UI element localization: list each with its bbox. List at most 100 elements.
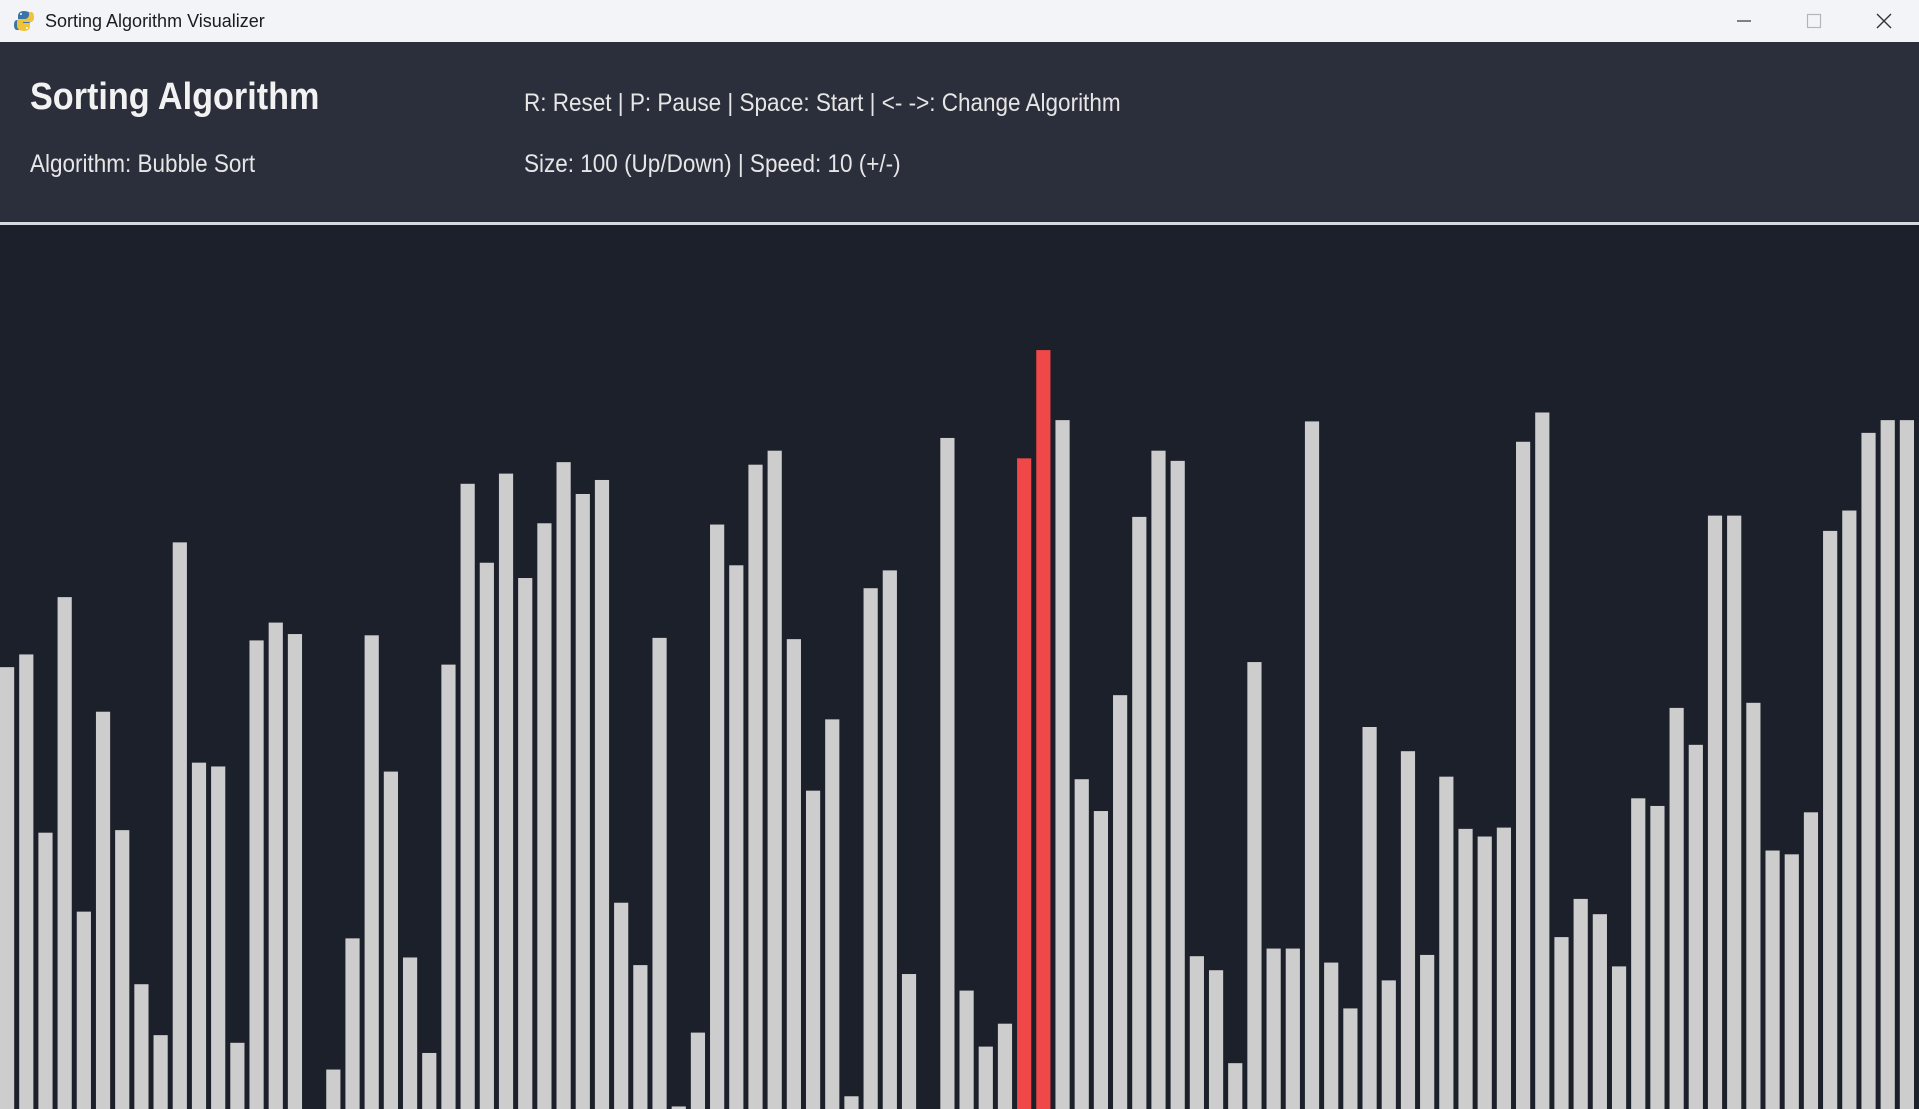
bar	[1784, 854, 1799, 1109]
bar	[882, 570, 897, 1109]
bar	[364, 635, 379, 1109]
bar	[95, 711, 111, 1109]
bar	[38, 832, 53, 1109]
bar	[1611, 966, 1627, 1109]
bar-compared	[1017, 458, 1032, 1109]
bar	[402, 957, 418, 1109]
sorting-bars-chart	[0, 350, 1914, 1109]
bar	[1477, 836, 1492, 1109]
bar	[1343, 1008, 1358, 1109]
bar	[729, 565, 744, 1109]
minimize-button[interactable]	[1709, 0, 1779, 42]
algorithm-label: Algorithm: Bubble Sort	[30, 150, 256, 178]
bar	[1669, 707, 1684, 1109]
bar	[575, 493, 590, 1109]
python-snake-icon	[13, 10, 35, 32]
bar	[134, 984, 149, 1109]
bar	[1381, 980, 1396, 1109]
window-titlebar: Sorting Algorithm Visualizer	[0, 0, 1919, 43]
bar	[901, 974, 917, 1109]
bar	[115, 830, 130, 1109]
bar	[978, 1046, 993, 1109]
bar	[153, 1035, 168, 1109]
bar	[191, 762, 207, 1109]
window-title: Sorting Algorithm Visualizer	[45, 10, 265, 31]
maximize-icon	[1806, 13, 1822, 29]
bar	[1113, 695, 1128, 1109]
bar	[1285, 948, 1300, 1109]
bar	[1899, 420, 1914, 1109]
bar	[1362, 727, 1377, 1109]
bar	[345, 938, 360, 1109]
bar	[1324, 962, 1339, 1109]
keyboard-controls-hint: R: Reset | P: Pause | Space: Start | <- …	[524, 89, 1121, 117]
bar	[1496, 827, 1512, 1109]
bar	[1458, 828, 1473, 1109]
info-header	[0, 42, 1919, 222]
bar	[1823, 530, 1838, 1109]
bar	[518, 578, 533, 1109]
bar	[287, 634, 303, 1109]
bar	[767, 450, 782, 1109]
bar	[1093, 811, 1109, 1109]
bar	[1592, 914, 1607, 1109]
bar	[1631, 798, 1646, 1109]
bar	[786, 639, 801, 1109]
close-icon	[1876, 13, 1892, 29]
bar	[1228, 1063, 1243, 1109]
bar	[1208, 970, 1224, 1109]
bar	[1055, 420, 1070, 1109]
bar	[1880, 420, 1895, 1109]
bar	[460, 483, 475, 1109]
bar	[594, 479, 610, 1109]
bar	[537, 523, 552, 1109]
bar	[1573, 898, 1588, 1109]
bar	[997, 1023, 1013, 1109]
bar	[498, 473, 514, 1109]
bar	[1688, 744, 1703, 1109]
bar	[1266, 948, 1281, 1109]
bar	[690, 1032, 706, 1109]
bar	[1074, 779, 1089, 1109]
bar	[19, 654, 34, 1109]
bar	[249, 640, 264, 1109]
bar	[0, 667, 15, 1109]
bar	[76, 911, 91, 1109]
bar	[1842, 510, 1857, 1109]
bar	[1400, 751, 1416, 1109]
bar	[1189, 956, 1204, 1109]
close-button[interactable]	[1849, 0, 1919, 42]
bar	[1170, 460, 1185, 1109]
bar	[633, 965, 648, 1109]
bar	[1535, 412, 1550, 1109]
bar	[652, 637, 667, 1109]
bar	[1420, 954, 1435, 1109]
bar	[1247, 662, 1262, 1109]
bar	[748, 464, 763, 1109]
bar	[1746, 702, 1761, 1109]
bar	[211, 766, 226, 1109]
bar	[556, 462, 571, 1109]
bar	[1650, 805, 1665, 1109]
bar	[1803, 812, 1819, 1109]
bar	[422, 1052, 437, 1109]
bar	[825, 719, 840, 1109]
page-title: Sorting Algorithm	[30, 76, 320, 118]
bar-compared	[1036, 350, 1051, 1109]
bar	[383, 771, 398, 1109]
bar	[230, 1042, 245, 1109]
bar	[1727, 515, 1742, 1109]
bar	[1151, 450, 1166, 1109]
maximize-button[interactable]	[1779, 0, 1849, 42]
bar	[57, 597, 72, 1109]
bar	[326, 1069, 341, 1109]
size-speed-label: Size: 100 (Up/Down) | Speed: 10 (+/-)	[524, 150, 901, 178]
bar	[805, 790, 821, 1109]
bar	[441, 664, 456, 1109]
bar	[172, 542, 187, 1109]
bar	[1765, 850, 1780, 1109]
bar	[844, 1096, 859, 1109]
bar	[1707, 515, 1723, 1109]
bar	[1439, 776, 1454, 1109]
bar	[1516, 441, 1531, 1109]
